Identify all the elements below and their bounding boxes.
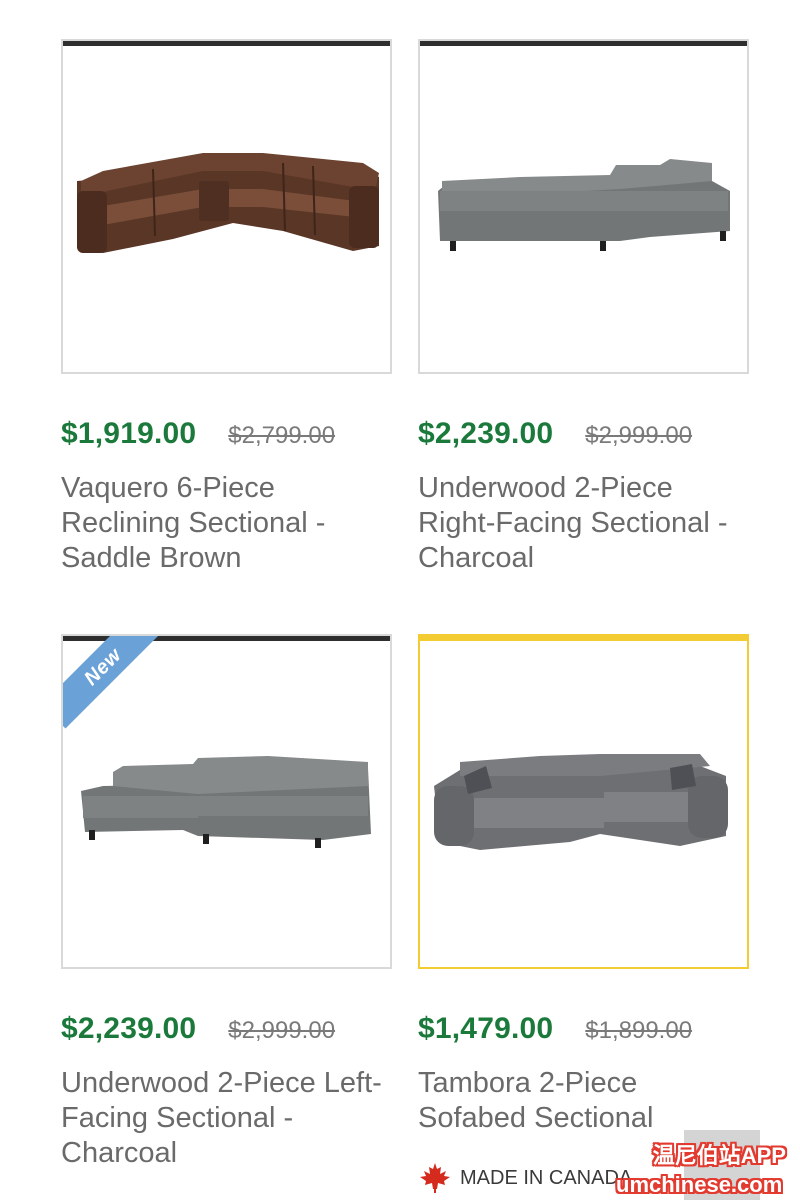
- brown-reclining-sectional-image: [77, 153, 379, 253]
- product-image-box[interactable]: [61, 39, 392, 374]
- sale-price: $1,479.00: [418, 1012, 554, 1045]
- watermark-overlay: 温尼伯站APP umchinese.com: [612, 1130, 800, 1200]
- product-title-link[interactable]: Underwood 2-Piece Left-Facing Sectional …: [61, 1066, 392, 1171]
- original-price: $2,999.00: [585, 422, 693, 449]
- charcoal-left-facing-sectional-image: [81, 756, 371, 848]
- made-in-canada-text: MADE IN CANADA: [460, 1166, 633, 1189]
- sale-price: $2,239.00: [61, 1012, 197, 1045]
- product-title-link[interactable]: Underwood 2-Piece Right-Facing Sectional…: [418, 471, 749, 576]
- product-image-box[interactable]: New: [61, 634, 392, 969]
- watermark-line2: umchinese.com: [616, 1172, 783, 1197]
- sale-price: $2,239.00: [418, 417, 554, 450]
- maple-leaf-icon: [420, 1163, 450, 1193]
- product-image-box[interactable]: [418, 634, 749, 969]
- made-in-canada-label: MADE IN CANADA: [418, 1161, 632, 1195]
- original-price: $1,899.00: [585, 1017, 693, 1044]
- product-title-link[interactable]: Vaquero 6-Piece Reclining Sectional - Sa…: [61, 471, 392, 576]
- sale-price: $1,919.00: [61, 417, 197, 450]
- product-title-link[interactable]: Tambora 2-Piece Sofabed Sectional: [418, 1066, 749, 1136]
- charcoal-right-facing-sectional-image: [438, 159, 730, 251]
- watermark-line1: 温尼伯站APP: [652, 1143, 786, 1168]
- product-image-box[interactable]: [418, 39, 749, 374]
- grey-sofabed-sectional-image: [434, 754, 728, 850]
- original-price: $2,799.00: [228, 422, 336, 449]
- original-price: $2,999.00: [228, 1017, 336, 1044]
